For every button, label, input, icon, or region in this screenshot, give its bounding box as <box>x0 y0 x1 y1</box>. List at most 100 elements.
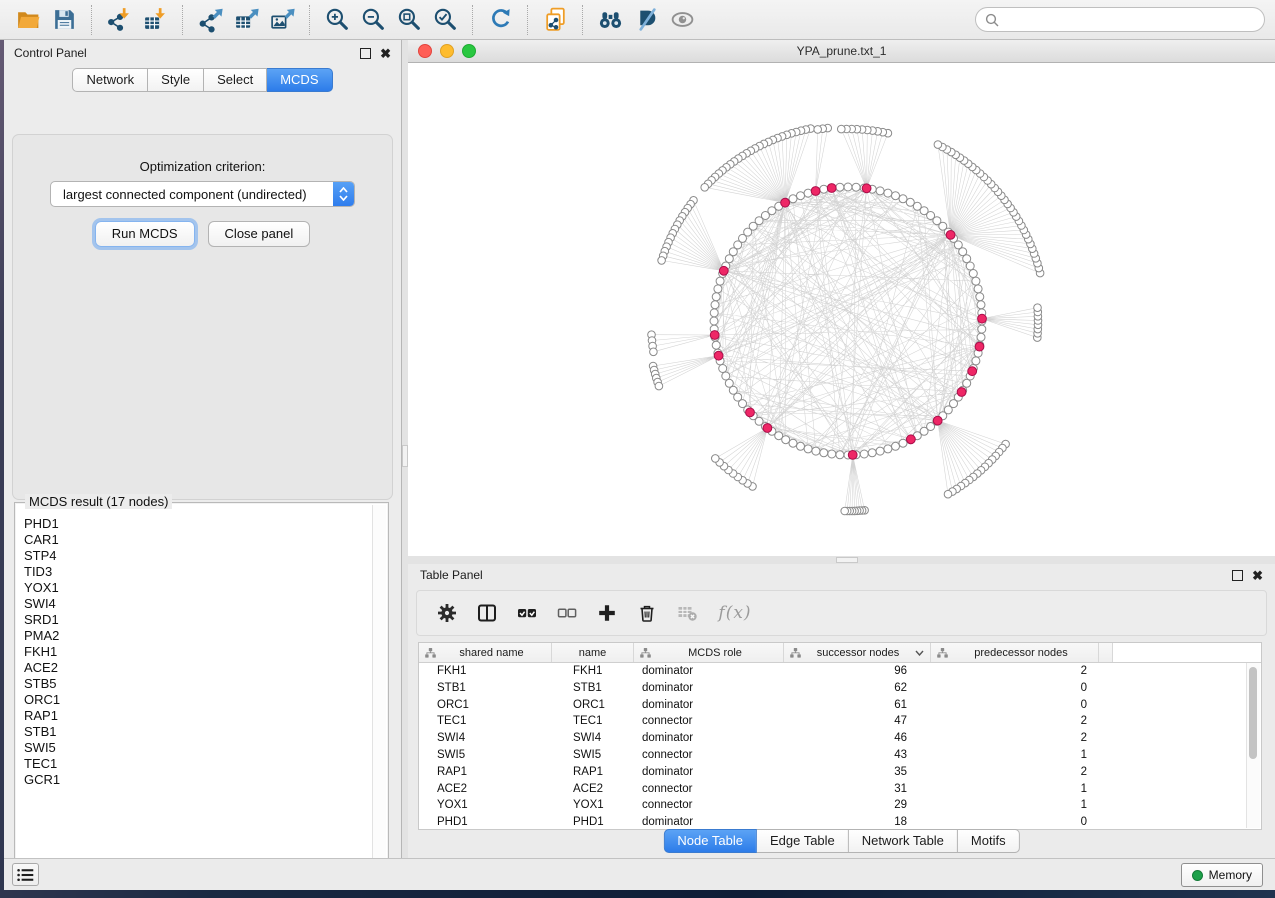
clone-network-button[interactable] <box>537 4 573 36</box>
criterion-select[interactable]: largest connected component (undirected) <box>50 181 355 207</box>
import-table-button[interactable] <box>137 4 173 36</box>
network-canvas[interactable] <box>408 63 1275 556</box>
table-row[interactable]: STB1STB1dominator620 <box>419 680 1261 697</box>
close-table-panel-icon[interactable]: ✖ <box>1252 569 1263 582</box>
table-row[interactable]: TEC1TEC1connector472 <box>419 713 1261 730</box>
cell-name: ORC1 <box>552 697 634 714</box>
delete-column-button[interactable] <box>635 601 659 625</box>
deselect-all-rows-button[interactable] <box>555 601 579 625</box>
table-row[interactable]: FKH1FKH1dominator962 <box>419 663 1261 680</box>
cell-MCDS-role: dominator <box>634 814 784 830</box>
zoom-selected-button[interactable] <box>427 4 463 36</box>
export-table-button[interactable] <box>228 4 264 36</box>
table-tab-network-table[interactable]: Network Table <box>849 829 958 853</box>
table-tab-edge-table[interactable]: Edge Table <box>757 829 849 853</box>
zoom-out-button[interactable] <box>355 4 391 36</box>
show-graphics-details-icon <box>669 6 696 33</box>
column-header-predecessor-nodes[interactable]: predecessor nodes <box>931 643 1099 662</box>
cell-shared-name: SWI4 <box>419 730 552 747</box>
add-column-button[interactable] <box>595 601 619 625</box>
tab-network[interactable]: Network <box>72 68 148 92</box>
result-node-item[interactable]: STB5 <box>24 676 372 692</box>
export-table-icon <box>233 6 260 33</box>
cell-name: ACE2 <box>552 781 634 798</box>
result-node-item[interactable]: TID3 <box>24 564 372 580</box>
result-node-item[interactable]: ACE2 <box>24 660 372 676</box>
horizontal-splitter-handle[interactable] <box>836 557 858 563</box>
search-box[interactable] <box>975 7 1265 32</box>
table-row[interactable]: RAP1RAP1dominator352 <box>419 764 1261 781</box>
cell-successor-nodes: 62 <box>784 680 931 697</box>
refresh-layout-button[interactable] <box>482 4 518 36</box>
result-node-item[interactable]: SRD1 <box>24 612 372 628</box>
column-header-name[interactable]: name <box>552 643 634 662</box>
search-input[interactable] <box>1004 12 1255 28</box>
zoom-in-button[interactable] <box>319 4 355 36</box>
import-network-button[interactable] <box>101 4 137 36</box>
table-row[interactable]: PHD1PHD1dominator180 <box>419 814 1261 830</box>
result-node-item[interactable]: ORC1 <box>24 692 372 708</box>
tab-style[interactable]: Style <box>148 68 204 92</box>
save-session-button[interactable] <box>46 4 82 36</box>
float-panel-icon[interactable] <box>360 48 371 59</box>
table-row[interactable]: SWI5SWI5connector431 <box>419 747 1261 764</box>
table-row[interactable]: ACE2ACE2connector311 <box>419 781 1261 798</box>
column-header-MCDS-role[interactable]: MCDS role <box>634 643 784 662</box>
tab-select[interactable]: Select <box>204 68 267 92</box>
network-window-title: YPA_prune.txt_1 <box>408 44 1275 58</box>
attribute-type-icon <box>425 648 436 658</box>
table-row[interactable]: ORC1ORC1dominator610 <box>419 697 1261 714</box>
tab-mcds[interactable]: MCDS <box>267 68 332 92</box>
close-panel-button[interactable]: Close panel <box>208 221 311 247</box>
command-panel-button[interactable] <box>12 863 39 886</box>
table-scrollbar[interactable] <box>1246 663 1260 828</box>
control-panel-title: Control Panel <box>14 46 87 60</box>
mcds-result-box: MCDS result (17 nodes) PHD1CAR1STP4TID3Y… <box>14 502 389 876</box>
result-node-item[interactable]: FKH1 <box>24 644 372 660</box>
export-image-icon <box>269 6 296 33</box>
select-all-rows-button[interactable] <box>515 601 539 625</box>
result-node-item[interactable]: RAP1 <box>24 708 372 724</box>
export-network-button[interactable] <box>192 4 228 36</box>
cell-successor-nodes: 29 <box>784 797 931 814</box>
clear-table-icon <box>676 602 698 624</box>
run-mcds-button[interactable]: Run MCDS <box>95 221 195 247</box>
table-row[interactable]: YOX1YOX1connector291 <box>419 797 1261 814</box>
result-node-item[interactable]: GCR1 <box>24 772 372 788</box>
close-panel-icon[interactable]: ✖ <box>380 47 391 60</box>
cell-shared-name: SWI5 <box>419 747 552 764</box>
settings-gear-button[interactable] <box>435 601 459 625</box>
open-file-button[interactable] <box>10 4 46 36</box>
horizontal-splitter[interactable] <box>408 556 1275 564</box>
cell-successor-nodes: 47 <box>784 713 931 730</box>
result-node-item[interactable]: STP4 <box>24 548 372 564</box>
zoom-fit-button[interactable] <box>391 4 427 36</box>
column-header-shared-name[interactable]: shared name <box>419 643 552 662</box>
save-session-icon <box>51 6 78 33</box>
table-tab-node-table[interactable]: Node Table <box>663 829 757 853</box>
table-tab-motifs[interactable]: Motifs <box>958 829 1020 853</box>
result-node-item[interactable]: CAR1 <box>24 532 372 548</box>
hide-graphics-details-button[interactable] <box>628 4 664 36</box>
column-layout-button[interactable] <box>475 601 499 625</box>
result-node-item[interactable]: PHD1 <box>24 516 372 532</box>
float-table-panel-icon[interactable] <box>1232 570 1243 581</box>
result-node-item[interactable]: PMA2 <box>24 628 372 644</box>
column-header-successor-nodes[interactable]: successor nodes <box>784 643 931 662</box>
result-node-item[interactable]: SWI4 <box>24 596 372 612</box>
cell-predecessor-nodes: 2 <box>931 764 1099 781</box>
result-node-item[interactable]: YOX1 <box>24 580 372 596</box>
cell-MCDS-role: dominator <box>634 764 784 781</box>
control-panel: Control Panel ✖ NetworkStyleSelectMCDS O… <box>4 40 402 858</box>
result-scrollbar[interactable] <box>372 505 386 873</box>
memory-button[interactable]: Memory <box>1181 863 1263 887</box>
cell-predecessor-nodes: 2 <box>931 663 1099 680</box>
result-node-item[interactable]: SWI5 <box>24 740 372 756</box>
cell-successor-nodes: 46 <box>784 730 931 747</box>
result-node-item[interactable]: STB1 <box>24 724 372 740</box>
result-node-item[interactable]: TEC1 <box>24 756 372 772</box>
export-image-button[interactable] <box>264 4 300 36</box>
search-toggle-button[interactable] <box>592 4 628 36</box>
table-row[interactable]: SWI4SWI4dominator462 <box>419 730 1261 747</box>
table-scrollbar-thumb[interactable] <box>1249 667 1257 759</box>
